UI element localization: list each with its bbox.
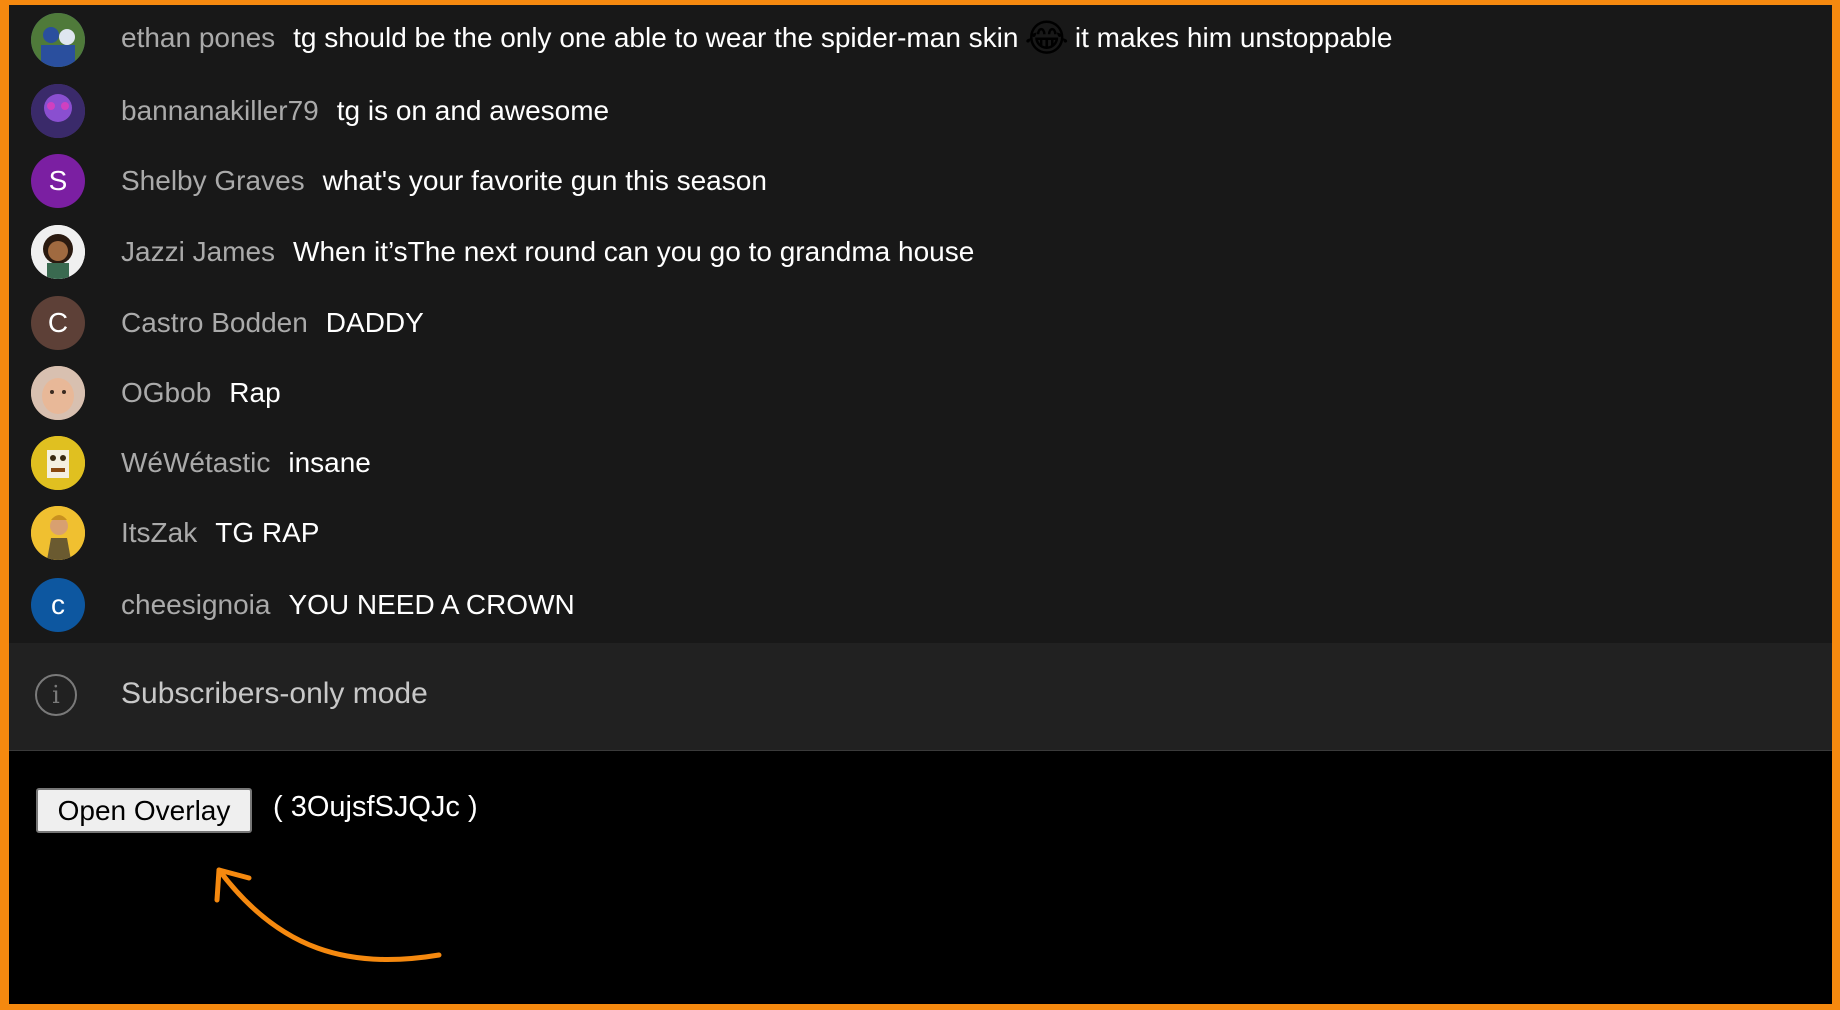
avatar[interactable]: c xyxy=(31,578,85,632)
message-body: what's your favorite gun this season xyxy=(322,165,767,196)
author-name[interactable]: Castro Bodden xyxy=(121,307,308,338)
message-body: insane xyxy=(288,447,371,478)
photo-icon xyxy=(31,84,85,138)
photo-icon xyxy=(31,225,85,279)
avatar[interactable] xyxy=(31,225,85,279)
message-body: DADDY xyxy=(325,307,424,338)
chat-message: bannanakiller79 tg is on and awesome xyxy=(9,76,1832,146)
author-name[interactable]: OGbob xyxy=(121,377,211,408)
avatar-letter: c xyxy=(51,589,65,620)
avatar[interactable]: C xyxy=(31,296,85,350)
avatar[interactable] xyxy=(31,13,85,67)
chat-message: OGbob Rap xyxy=(9,358,1832,428)
info-icon[interactable]: i xyxy=(35,674,77,716)
author-name[interactable]: Shelby Graves xyxy=(121,165,305,196)
message-text: Shelby Graves what's your favorite gun th… xyxy=(121,163,767,199)
chat-message: Jazzi James When it’sThe next round can y… xyxy=(9,217,1832,287)
message-body-continued: it makes him unstoppable xyxy=(1074,22,1393,53)
chat-message: WéWétastic insane xyxy=(9,428,1832,498)
avatar[interactable]: S xyxy=(31,154,85,208)
message-text: cheesignoia YOU NEED A CROWN xyxy=(121,587,575,623)
message-text: WéWétastic insane xyxy=(121,445,371,481)
avatar[interactable] xyxy=(31,506,85,560)
chat-message: ethan pones tg should be the only one abl… xyxy=(9,5,1832,75)
chat-message: c cheesignoia YOU NEED A CROWN xyxy=(9,570,1832,640)
laughing-emoji-icon: 😂 xyxy=(1024,16,1069,60)
message-text: Jazzi James When it’sThe next round can y… xyxy=(121,234,974,270)
message-body: YOU NEED A CROWN xyxy=(288,589,575,620)
banner-text: Subscribers-only mode xyxy=(121,677,428,710)
open-overlay-button[interactable]: Open Overlay xyxy=(36,788,252,833)
message-body: tg should be the only one able to wear t… xyxy=(293,22,1019,53)
avatar[interactable] xyxy=(31,436,85,490)
avatar-letter: S xyxy=(48,165,68,196)
author-name[interactable]: cheesignoia xyxy=(121,589,270,620)
message-text: bannanakiller79 tg is on and awesome xyxy=(121,93,609,129)
message-body: When it’sThe next round can you go to gr… xyxy=(293,236,975,267)
message-body: Rap xyxy=(229,377,281,408)
video-id-label: ( 3OujsfSJQJc ) xyxy=(273,791,478,823)
author-name[interactable]: Jazzi James xyxy=(121,236,275,267)
chat-message: S Shelby Graves what's your favorite gun … xyxy=(9,146,1832,216)
subscribers-only-banner: i Subscribers-only mode xyxy=(9,643,1832,751)
photo-icon xyxy=(31,366,85,420)
photo-icon xyxy=(31,436,85,490)
message-text: Castro Bodden DADDY xyxy=(121,305,424,341)
avatar-letter: C xyxy=(47,307,69,338)
photo-icon xyxy=(31,13,85,67)
message-body: TG RAP xyxy=(215,517,320,548)
author-name[interactable]: WéWétastic xyxy=(121,447,270,478)
chat-message: ItsZak TG RAP xyxy=(9,498,1832,568)
avatar[interactable] xyxy=(31,84,85,138)
live-chat: ethan pones tg should be the only one abl… xyxy=(9,5,1832,643)
message-text: OGbob Rap xyxy=(121,375,281,411)
author-name[interactable]: ItsZak xyxy=(121,517,197,548)
app-frame: ethan pones tg should be the only one abl… xyxy=(9,5,1832,1004)
curved-arrow-icon xyxy=(214,867,442,963)
message-body: tg is on and awesome xyxy=(336,95,610,126)
message-text: ethan pones tg should be the only one abl… xyxy=(121,19,1393,57)
chat-message: C Castro Bodden DADDY xyxy=(9,288,1832,358)
photo-icon xyxy=(31,506,85,560)
message-text: ItsZak TG RAP xyxy=(121,515,319,551)
author-name[interactable]: ethan pones xyxy=(121,22,275,53)
avatar[interactable] xyxy=(31,366,85,420)
author-name[interactable]: bannanakiller79 xyxy=(121,95,319,126)
